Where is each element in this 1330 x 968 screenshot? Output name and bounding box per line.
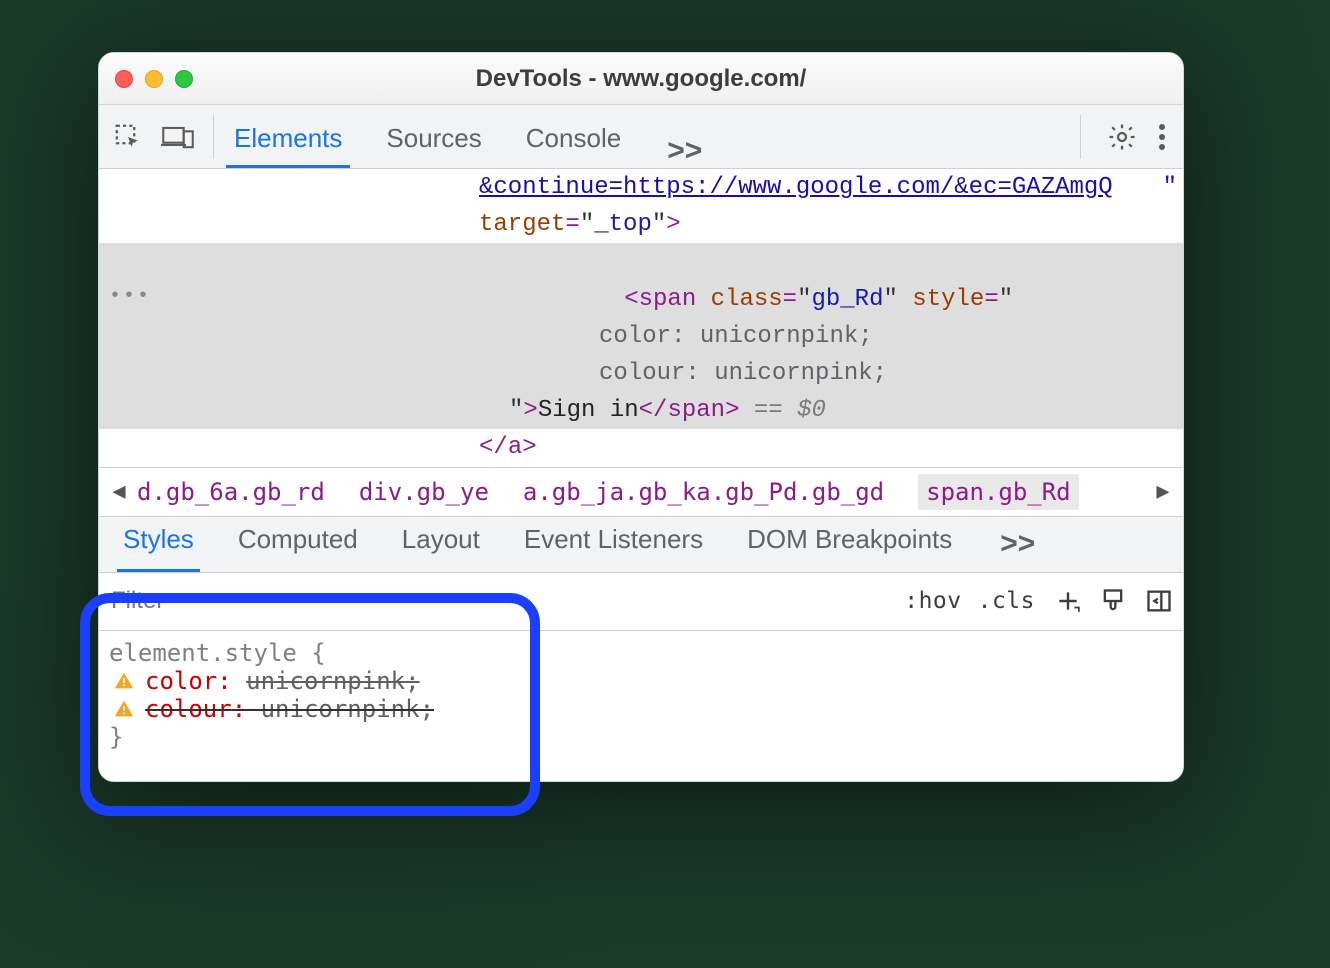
style-declaration-1[interactable]: colour: unicornpink; — [109, 695, 1173, 723]
sidebar-tabs: Styles Computed Layout Event Listeners D… — [99, 517, 1183, 573]
toggle-sidebar-icon[interactable] — [1145, 587, 1173, 615]
breadcrumb-item-0[interactable]: d.gb_6a.gb_rd — [137, 478, 325, 506]
dom-line-url[interactable]: &continue=https://www.google.com/&ec=GAZ… — [99, 169, 1183, 206]
cls-toggle[interactable]: .cls — [970, 584, 1043, 618]
breadcrumb-item-3[interactable]: span.gb_Rd — [918, 474, 1079, 510]
toolbar-divider — [213, 115, 214, 159]
breadcrumb-item-2[interactable]: a.gb_ja.gb_ka.gb_Pd.gb_gd — [523, 478, 884, 506]
devtools-window: DevTools - www.google.com/ — [98, 52, 1184, 782]
new-style-rule-icon[interactable] — [1055, 588, 1081, 614]
styles-filter-bar: :hov .cls — [99, 573, 1183, 631]
style-declaration-0[interactable]: color: unicornpink; — [109, 667, 1173, 695]
toolbar-divider-right — [1080, 115, 1081, 159]
styles-pane[interactable]: element.style { color: unicornpink; colo… — [99, 631, 1183, 781]
subtab-event-listeners[interactable]: Event Listeners — [518, 510, 709, 572]
dom-line-style-2[interactable]: colour: unicornpink; — [99, 355, 1183, 392]
tabs-overflow-icon[interactable]: >> — [657, 134, 712, 168]
kebab-menu-icon[interactable] — [1157, 122, 1167, 152]
dom-tree[interactable]: &continue=https://www.google.com/&ec=GAZ… — [99, 169, 1183, 467]
breadcrumb-item-1[interactable]: div.gb_ye — [359, 478, 489, 506]
hov-toggle[interactable]: :hov — [896, 584, 969, 618]
tab-elements[interactable]: Elements — [226, 107, 350, 168]
breadcrumb-scroll-right-icon[interactable]: ▶ — [1149, 479, 1177, 504]
tab-sources[interactable]: Sources — [378, 107, 489, 168]
dom-line-span-open[interactable]: •••<span class="gb_Rd" style=" — [99, 243, 1183, 317]
subtab-layout[interactable]: Layout — [396, 510, 486, 572]
dom-line-span-close[interactable]: ">Sign in</span> == $0 — [99, 392, 1183, 429]
minimize-window-button[interactable] — [145, 70, 163, 88]
device-toolbar-icon[interactable] — [161, 122, 195, 152]
inspect-element-icon[interactable] — [113, 122, 143, 152]
collapse-gutter-icon[interactable]: ••• — [109, 281, 151, 312]
close-window-button[interactable] — [115, 70, 133, 88]
window-controls — [115, 70, 193, 88]
settings-gear-icon[interactable] — [1107, 122, 1137, 152]
warning-icon — [113, 670, 135, 692]
tab-console[interactable]: Console — [518, 107, 629, 168]
breadcrumb-scroll-left-icon[interactable]: ◀ — [105, 479, 133, 504]
warning-icon — [113, 698, 135, 720]
window-title: DevTools - www.google.com/ — [99, 65, 1183, 93]
styles-filter-input[interactable] — [109, 586, 896, 616]
panel-tabs: Elements Sources Console >> — [226, 105, 712, 168]
subtab-styles[interactable]: Styles — [117, 510, 200, 572]
subtabs-overflow-icon[interactable]: >> — [990, 527, 1045, 561]
main-toolbar: Elements Sources Console >> — [99, 105, 1183, 169]
window-titlebar: DevTools - www.google.com/ — [99, 53, 1183, 105]
dom-line-target[interactable]: target="_top"> — [99, 206, 1183, 243]
style-close-brace: } — [109, 723, 1173, 751]
dom-line-style-1[interactable]: color: unicornpink; — [99, 318, 1183, 355]
dom-line-a-close[interactable]: </a> — [99, 429, 1183, 466]
subtab-computed[interactable]: Computed — [232, 510, 364, 572]
zoom-window-button[interactable] — [175, 70, 193, 88]
subtab-dom-breakpoints[interactable]: DOM Breakpoints — [741, 510, 958, 572]
paintbrush-icon[interactable] — [1099, 587, 1127, 615]
style-selector[interactable]: element.style { — [109, 639, 1173, 667]
